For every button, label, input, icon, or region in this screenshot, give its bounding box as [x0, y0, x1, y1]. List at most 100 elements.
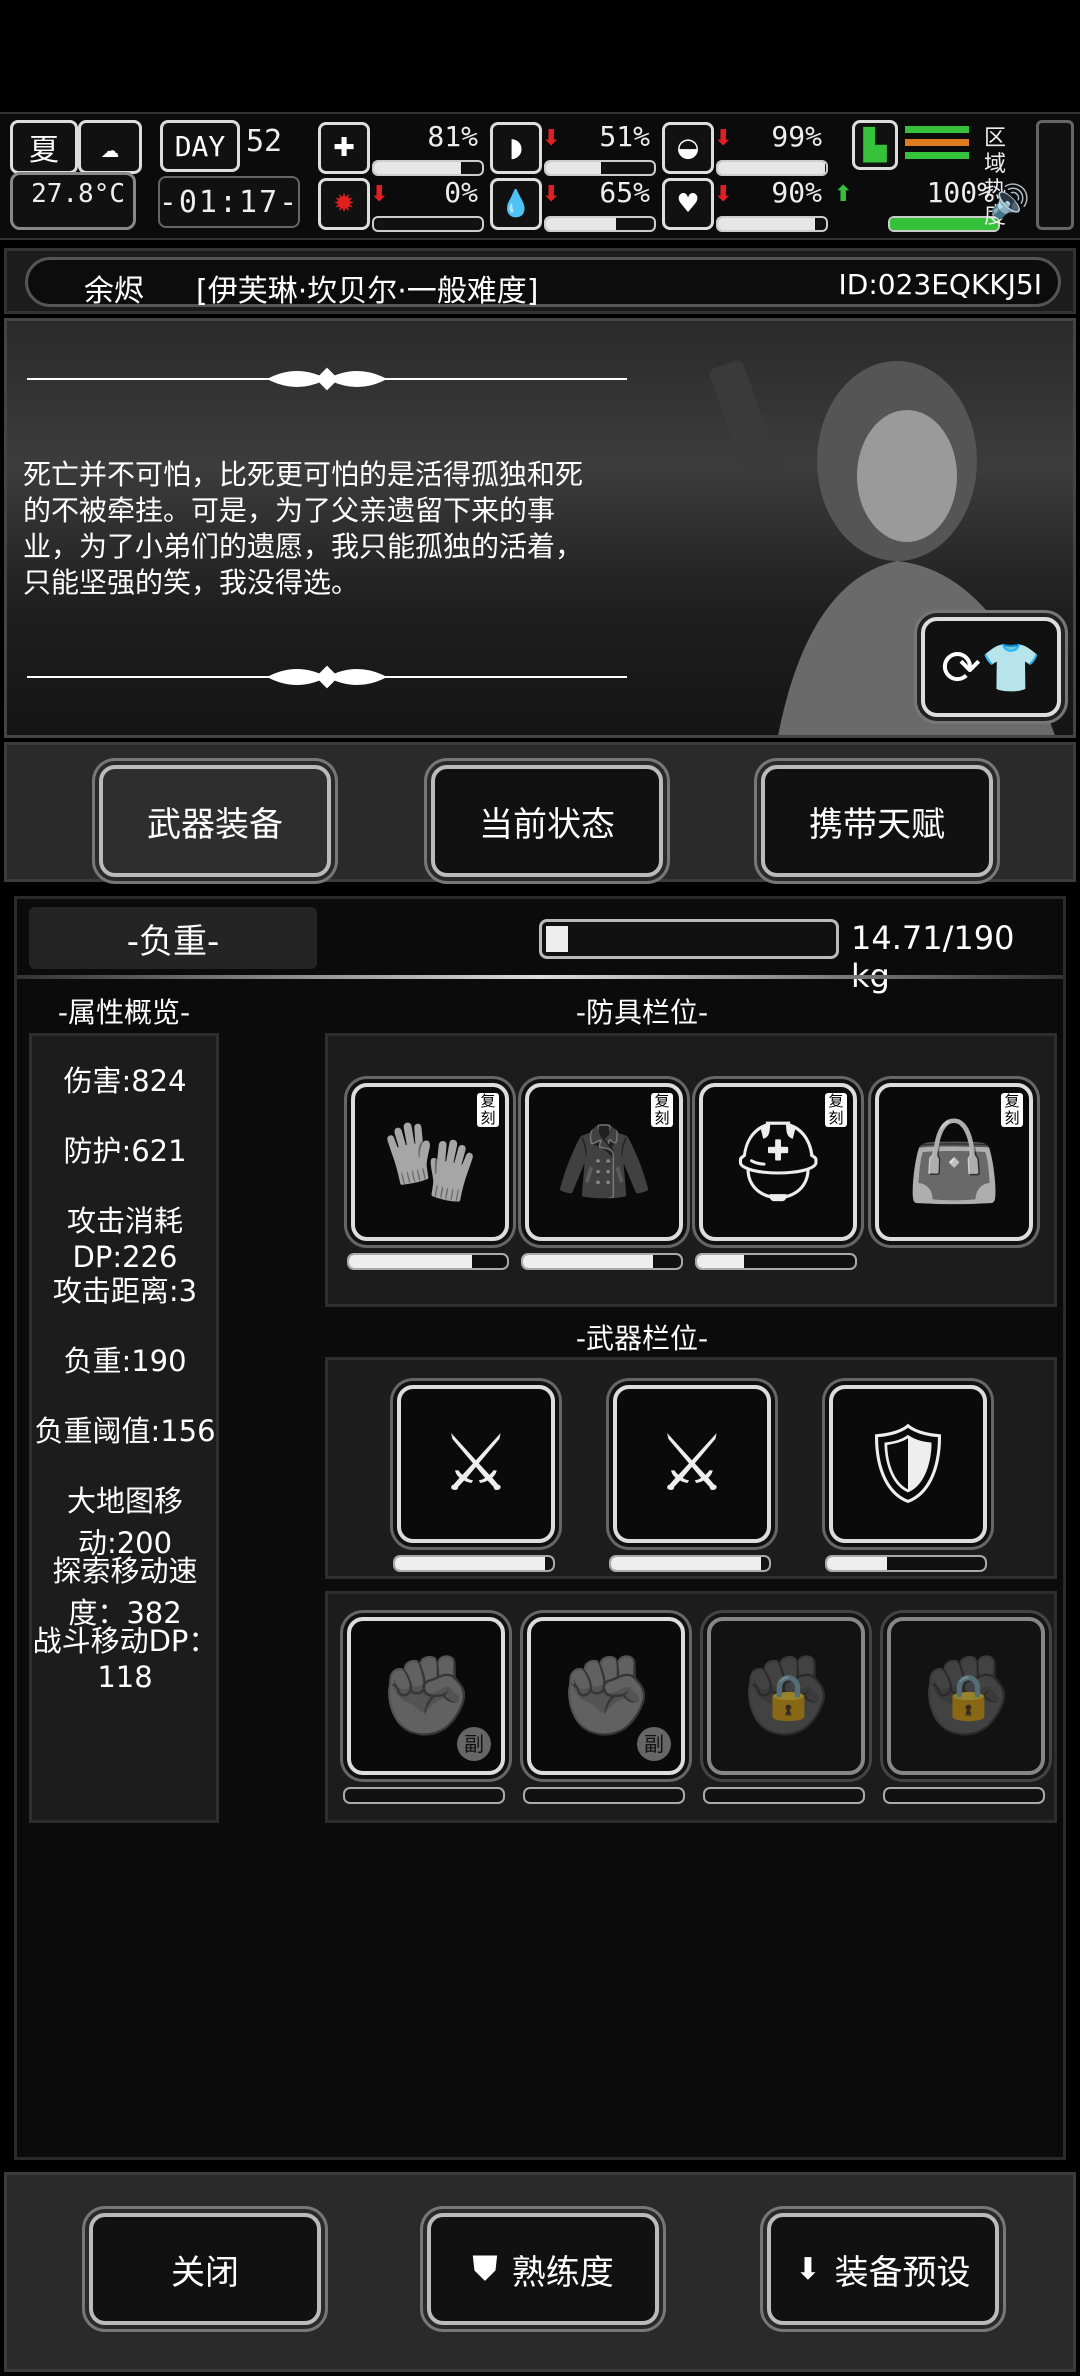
weight-progress-bar: [539, 919, 839, 959]
fist-icon: ✊: [377, 1650, 475, 1741]
lock-icon: 🔒: [941, 1672, 996, 1723]
sub-slot-durability-bar: [343, 1787, 505, 1804]
lock-icon: 🔒: [761, 1672, 816, 1723]
weapon-slot-1[interactable]: ⚔: [397, 1385, 555, 1543]
satiety-value: 51%: [599, 120, 650, 153]
character-name: [伊芙琳·坎贝尔·一般难度]: [196, 274, 539, 309]
armor-slot-1[interactable]: 🧤 复刻: [351, 1083, 509, 1241]
energy-value: 100%: [926, 176, 994, 209]
ornament-divider-top: [27, 367, 627, 391]
riot-shield-icon: 🛡: [858, 1418, 958, 1509]
katana-icon: ⚔: [441, 1419, 511, 1509]
sub-slot-4[interactable]: ✊ 🔒: [887, 1617, 1045, 1775]
sub-slot-1[interactable]: ✊ 副: [347, 1617, 505, 1775]
ornament-divider-bottom: [27, 665, 627, 689]
heart-icon: ♥: [662, 178, 714, 230]
water-drop-icon: 💧: [490, 178, 542, 230]
day-counter: 52: [246, 124, 283, 159]
attributes-title: -属性概览-: [57, 996, 191, 1029]
stomach-icon: ◗: [490, 122, 542, 174]
slot-badge: 复刻: [825, 1093, 847, 1127]
mood-value: 99%: [771, 120, 822, 153]
mood-bar: [716, 160, 828, 176]
infection-value: 0%: [444, 176, 478, 209]
weapon-slot-2[interactable]: ⚔: [613, 1385, 771, 1543]
weight-label-box: -负重-: [29, 907, 317, 969]
character-header: 余烬 [伊芙琳·坎贝尔·一般难度] ID:023EQKKJ5I: [4, 248, 1076, 314]
brain-icon: ✹: [318, 178, 370, 230]
armor-slot-durability-bar: [521, 1253, 683, 1270]
character-id: ID:023EQKKJ5I: [838, 268, 1042, 301]
region-heat-meter: [1036, 120, 1074, 230]
weight-divider: [17, 975, 1063, 979]
water-value: 65%: [599, 176, 650, 209]
attributes-panel: 伤害:824 防护:621 攻击消耗DP:226 攻击距离:3 负重:190 负重阈值:1…: [29, 1033, 219, 1823]
satiety-bar: [544, 160, 656, 176]
armor-slot-3[interactable]: ⛑ 复刻: [699, 1083, 857, 1241]
slot-badge: 副: [637, 1727, 671, 1761]
attribute-item: 防护:621: [63, 1134, 187, 1168]
health-bar: [372, 160, 484, 176]
weight-value: 14.71/190 kg: [851, 919, 1015, 995]
water-bar: [544, 216, 656, 232]
bag-icon: 👜: [905, 1116, 1003, 1207]
armor-slot-4[interactable]: 👜 复刻: [875, 1083, 1033, 1241]
heart-bar: [716, 216, 828, 232]
attribute-item: 伤害:824: [63, 1064, 187, 1098]
speaker-icon[interactable]: 🔊: [990, 182, 1030, 220]
sub-slot-3[interactable]: ✊ 🔒: [707, 1617, 865, 1775]
season-badge: 夏: [10, 120, 78, 174]
weapon-slot-durability-bar: [825, 1555, 987, 1572]
katana-icon: ⚔: [657, 1419, 727, 1509]
equipment-panel: -负重- 14.71/190 kg -属性概览- 伤害:824 防护:621 攻击消…: [14, 896, 1066, 2160]
status-hud: 夏 ☁ 27.8°C DAY 52 -01:17- ✚ 81% ◗ ⬇ 51% ◒ ⬇ 99%…: [0, 112, 1080, 240]
weather-cloud-icon: ☁: [78, 120, 142, 174]
proficiency-button[interactable]: ⛊ 熟练度: [427, 2213, 659, 2325]
armor-slot-2[interactable]: 🧥 复刻: [525, 1083, 683, 1241]
infection-bar: [372, 216, 484, 232]
outfit-swap-icon: ⟳👕: [941, 639, 1041, 696]
heart-value: 90%: [771, 176, 822, 209]
footer-bar: 关闭 ⛊ 熟练度 ⬇ 装备预设: [4, 2172, 1076, 2372]
slot-badge: 复刻: [1001, 1093, 1023, 1127]
stamina-gauge: [905, 126, 969, 166]
character-quote: 死亡并不可怕，比死更可怕的是活得孤独和死的不被牵挂。可是，为了父亲遗留下来的事业…: [23, 458, 584, 599]
slot-badge: 复刻: [651, 1093, 673, 1127]
sub-slot-2[interactable]: ✊ 副: [527, 1617, 685, 1775]
change-outfit-button[interactable]: ⟳👕: [921, 617, 1061, 717]
sub-slot-durability-bar: [703, 1787, 865, 1804]
attribute-item: 攻击距离:3: [52, 1274, 198, 1308]
armor-slot-durability-bar: [695, 1253, 857, 1270]
sub-slot-durability-bar: [883, 1787, 1045, 1804]
attribute-item: 战斗移动DP：118: [32, 1624, 218, 1694]
weapon-slot-durability-bar: [609, 1555, 771, 1572]
attribute-item: 负重:190: [63, 1344, 187, 1378]
equipment-preset-button[interactable]: ⬇ 装备预设: [767, 2213, 999, 2325]
weight-progress-fill: [546, 926, 569, 952]
energy-trend-up-icon: ⬆: [834, 182, 853, 207]
tab-current-status[interactable]: 当前状态: [431, 765, 663, 877]
armor-slot-durability-bar: [347, 1253, 509, 1270]
weapon-slots-title: -武器栏位-: [575, 1322, 709, 1355]
preset-icon: ⬇: [795, 2251, 821, 2287]
slot-badge: 副: [457, 1727, 491, 1761]
game-clock: -01:17-: [158, 176, 300, 228]
close-button[interactable]: 关闭: [89, 2213, 321, 2325]
cloak-icon: 🧥: [555, 1116, 653, 1207]
character-name-plate: 余烬 [伊芙琳·坎贝尔·一般难度] ID:023EQKKJ5I: [25, 257, 1061, 309]
attribute-item: 负重阈值:156: [34, 1414, 216, 1448]
proficiency-icon: ⛊: [472, 2249, 498, 2289]
tab-carried-talents[interactable]: 携带天赋: [761, 765, 993, 877]
gloves-icon: 🧤: [381, 1116, 479, 1207]
character-portrait-panel: 死亡并不可怕，比死更可怕的是活得孤独和死的不被牵挂。可是，为了父亲遗留下来的事业…: [4, 318, 1076, 738]
weight-label: -负重-: [126, 921, 220, 962]
sub-slot-durability-bar: [523, 1787, 685, 1804]
armor-slots-title: -防具栏位-: [575, 996, 709, 1029]
tab-weapon-equipment[interactable]: 武器装备: [99, 765, 331, 877]
character-title-prefix: 余烬: [84, 274, 144, 309]
weapon-slot-durability-bar: [393, 1555, 555, 1572]
day-label: DAY: [160, 120, 240, 172]
helmet-icon: ⛑: [728, 1116, 828, 1207]
weapon-slot-3[interactable]: 🛡: [829, 1385, 987, 1543]
medkit-icon: ✚: [318, 122, 370, 174]
